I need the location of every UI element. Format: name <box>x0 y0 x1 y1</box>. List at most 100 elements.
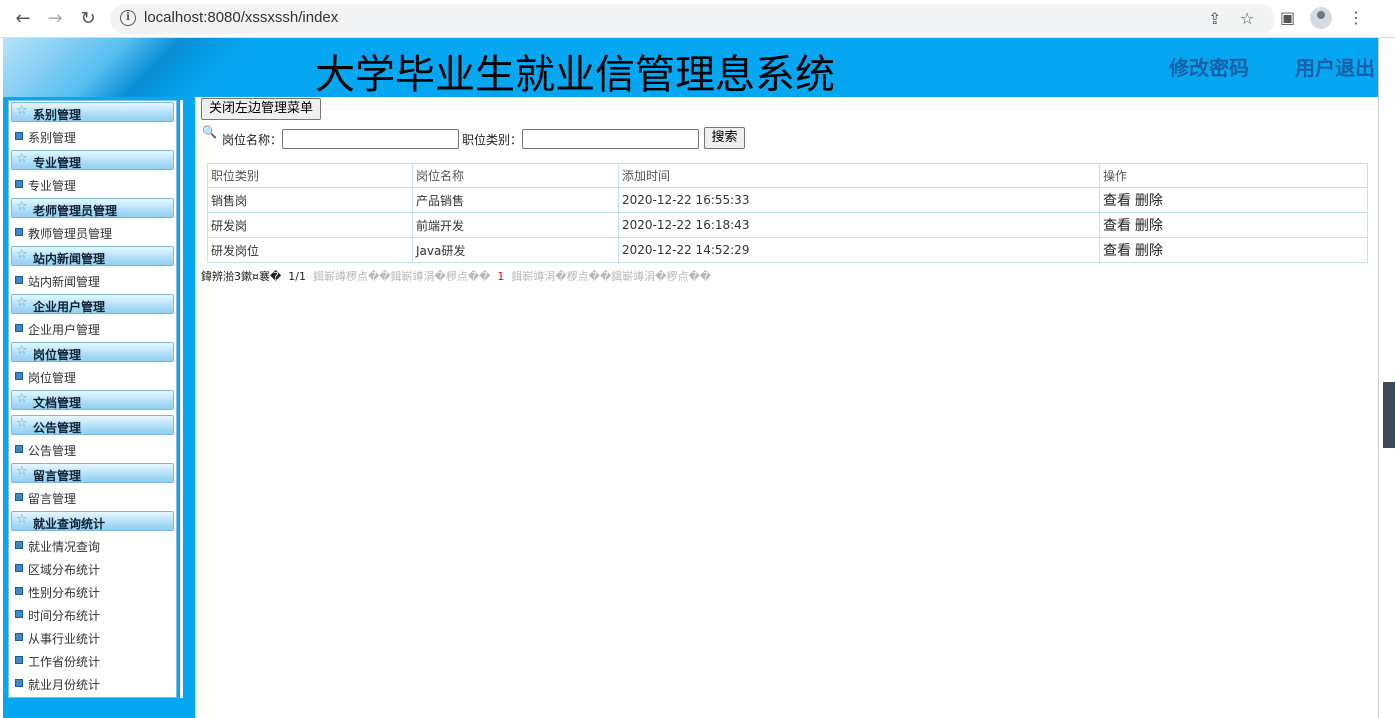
view-link[interactable]: 查看 <box>1103 193 1131 209</box>
view-link[interactable]: 查看 <box>1103 218 1131 234</box>
bullet-square-icon <box>15 633 23 641</box>
sidebar-menu: ☆ 系别管理 系别管理 ☆ 专业管理 专业管理 ☆ 老师管理员管理 教师管理员管理 ☆ 站内新闻管理… <box>8 100 177 698</box>
job-name-input[interactable] <box>282 129 459 149</box>
bullet-square-icon <box>15 132 23 140</box>
sidebar-group-header[interactable]: ☆ 老师管理员管理 <box>11 198 174 218</box>
sidebar-item-label: 工作省份统计 <box>28 655 101 669</box>
pager-next-last[interactable]: 鍓嶄竴涓�椤点��鍓嶄竴涓�椤点�� <box>511 270 711 283</box>
sidebar-item[interactable]: 专业管理 <box>13 176 173 194</box>
page-title: 大学毕业生就业信管理息系统 <box>315 52 835 97</box>
header-category: 职位类别 <box>207 163 413 188</box>
sidebar-item-label: 就业月份统计 <box>28 678 101 692</box>
sidebar-item[interactable]: 岗位管理 <box>13 368 173 386</box>
sidebar-group-header[interactable]: ☆ 专业管理 <box>11 150 174 170</box>
sidebar-group-header[interactable]: ☆ 企业用户管理 <box>11 294 174 314</box>
site-info-icon[interactable]: i <box>120 10 136 26</box>
pager-current[interactable]: 1 <box>497 270 504 283</box>
sidebar-group-label: 文档管理 <box>33 396 82 410</box>
profile-avatar-icon[interactable] <box>1310 7 1332 29</box>
side-panel-icon[interactable]: ▣ <box>1280 8 1295 27</box>
sidebar-group-header[interactable]: ☆ 文档管理 <box>11 390 174 410</box>
sidebar-item[interactable]: 性别分布统计 <box>13 583 173 601</box>
reload-icon[interactable]: ↻ <box>77 8 99 30</box>
sidebar-item[interactable]: 企业用户管理 <box>13 320 173 338</box>
back-arrow-icon[interactable]: ← <box>12 8 34 30</box>
bullet-square-icon <box>15 324 23 332</box>
bullet-square-icon <box>15 276 23 284</box>
star-icon: ☆ <box>16 103 28 118</box>
sidebar-item-label: 专业管理 <box>28 179 77 193</box>
star-icon: ☆ <box>16 295 28 310</box>
cell-name: Java研发 <box>412 237 619 263</box>
delete-link[interactable]: 删除 <box>1135 193 1163 209</box>
sidebar-item-label: 时间分布统计 <box>28 609 101 623</box>
bookmark-star-icon[interactable]: ☆ <box>1240 9 1254 28</box>
sidebar-item[interactable]: 公告管理 <box>13 441 173 459</box>
header-name: 岗位名称 <box>412 163 619 188</box>
sidebar-item[interactable]: 站内新闻管理 <box>13 272 173 290</box>
sidebar-group-label: 站内新闻管理 <box>33 252 106 266</box>
address-bar[interactable]: i localhost:8080/xssxssh/index ⇪ ☆ <box>110 4 1275 34</box>
sidebar-group-label: 专业管理 <box>33 156 82 170</box>
sidebar-item[interactable]: 就业月份统计 <box>13 675 173 693</box>
sidebar-group-label: 公告管理 <box>33 421 82 435</box>
sidebar-item[interactable]: 留言管理 <box>13 489 173 507</box>
sidebar-scrollbar[interactable] <box>180 100 183 698</box>
bullet-square-icon <box>15 372 23 380</box>
sidebar-item-label: 性别分布统计 <box>28 586 101 600</box>
bullet-square-icon <box>15 656 23 664</box>
star-icon: ☆ <box>16 199 28 214</box>
star-icon: ☆ <box>16 416 28 431</box>
delete-link[interactable]: 删除 <box>1135 243 1163 259</box>
logout-link[interactable]: 用户退出 <box>1295 52 1375 81</box>
header-actions: 操作 <box>1099 163 1368 188</box>
cell-actions: 查看 删除 <box>1099 187 1368 213</box>
sidebar-group-label: 企业用户管理 <box>33 300 106 314</box>
sidebar-group-header[interactable]: ☆ 留言管理 <box>11 463 174 483</box>
bullet-square-icon <box>15 228 23 236</box>
sidebar-item[interactable]: 工作省份统计 <box>13 652 173 670</box>
cell-time: 2020-12-22 14:52:29 <box>618 237 1100 263</box>
delete-link[interactable]: 删除 <box>1135 218 1163 234</box>
forward-arrow-icon[interactable]: → <box>44 8 66 30</box>
pagination: 鍏辨湁3鏉¤褰� 1/1 鍓嶄竴椤点��鍓嶄竴涓�椤点�� 1 鍓嶄竴涓�椤点�… <box>201 268 711 284</box>
sidebar-item-label: 站内新闻管理 <box>28 275 101 289</box>
cell-category: 销售岗 <box>207 187 413 213</box>
view-link[interactable]: 查看 <box>1103 243 1131 259</box>
sidebar-item[interactable]: 时间分布统计 <box>13 606 173 624</box>
search-button[interactable]: 搜索 <box>704 127 745 149</box>
more-menu-icon[interactable]: ⋮ <box>1348 8 1364 27</box>
sidebar-group-label: 老师管理员管理 <box>33 204 118 218</box>
sidebar-item[interactable]: 就业情况查询 <box>13 537 173 555</box>
sidebar-group-header[interactable]: ☆ 公告管理 <box>11 415 174 435</box>
star-icon: ☆ <box>16 151 28 166</box>
change-password-link[interactable]: 修改密码 <box>1169 52 1249 81</box>
sidebar-group-header[interactable]: ☆ 站内新闻管理 <box>11 246 174 266</box>
table-header-row: 职位类别 岗位名称 添加时间 操作 <box>207 163 1368 188</box>
cell-actions: 查看 删除 <box>1099 237 1368 263</box>
share-icon[interactable]: ⇪ <box>1208 9 1221 28</box>
sidebar-group-label: 系别管理 <box>33 108 82 122</box>
sidebar-group-label: 就业查询统计 <box>33 517 106 531</box>
url-text: localhost:8080/xssxssh/index <box>144 9 339 26</box>
job-category-input[interactable] <box>522 129 699 149</box>
sidebar-group-header[interactable]: ☆ 岗位管理 <box>11 342 174 362</box>
sidebar-item[interactable]: 教师管理员管理 <box>13 224 173 242</box>
cell-name: 前端开发 <box>412 212 619 238</box>
sidebar-item[interactable]: 从事行业统计 <box>13 629 173 647</box>
bullet-square-icon <box>15 564 23 572</box>
close-left-menu-button[interactable]: 关闭左边管理菜单 <box>201 98 322 120</box>
sidebar-group-header[interactable]: ☆ 系别管理 <box>11 102 174 122</box>
cell-actions: 查看 删除 <box>1099 212 1368 238</box>
sidebar-item-label: 系别管理 <box>28 131 77 145</box>
star-icon: ☆ <box>16 464 28 479</box>
bullet-square-icon <box>15 541 23 549</box>
sidebar-item-label: 就业情况查询 <box>28 540 101 554</box>
sidebar-item[interactable]: 系别管理 <box>13 128 173 146</box>
sidebar-item[interactable]: 区域分布统计 <box>13 560 173 578</box>
main-content: 关闭左边管理菜单 🔍 岗位名称： 职位类别： 搜索 职位类别 岗位名称 添加时间… <box>197 97 1378 718</box>
pager-first-prev[interactable]: 鍓嶄竴椤点��鍓嶄竴涓�椤点�� <box>313 270 490 283</box>
table-row: 销售岗 产品销售 2020-12-22 16:55:33 查看 删除 <box>207 187 1368 213</box>
cell-category: 研发岗位 <box>207 237 413 263</box>
sidebar-group-header[interactable]: ☆ 就业查询统计 <box>11 511 174 531</box>
